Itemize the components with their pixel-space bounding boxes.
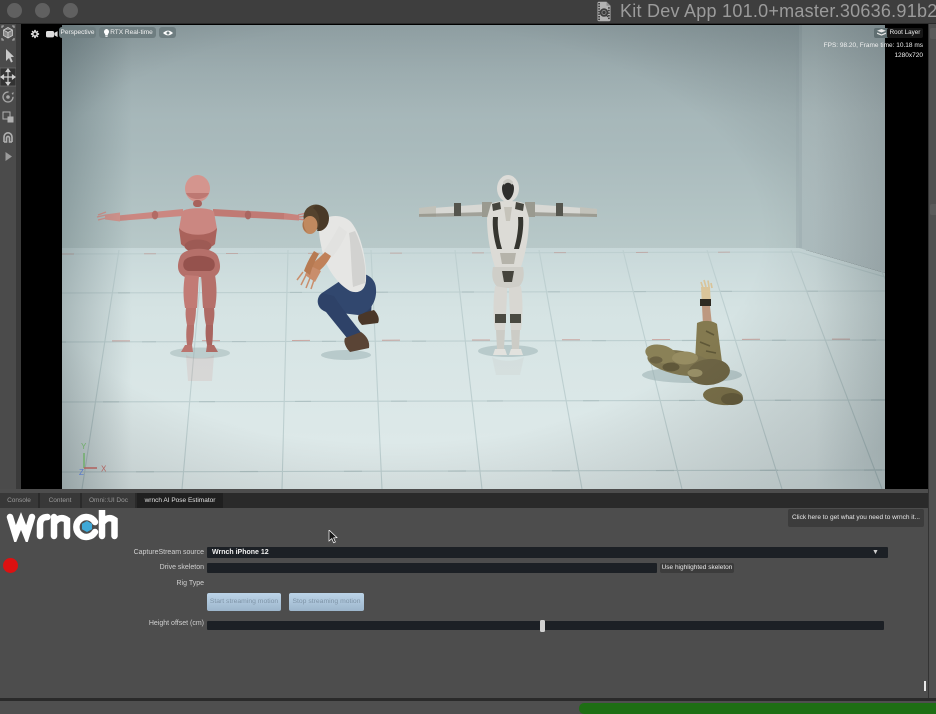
svg-text:Y: Y xyxy=(81,442,87,451)
svg-text:X: X xyxy=(101,465,107,474)
svg-text:Z: Z xyxy=(79,468,84,477)
